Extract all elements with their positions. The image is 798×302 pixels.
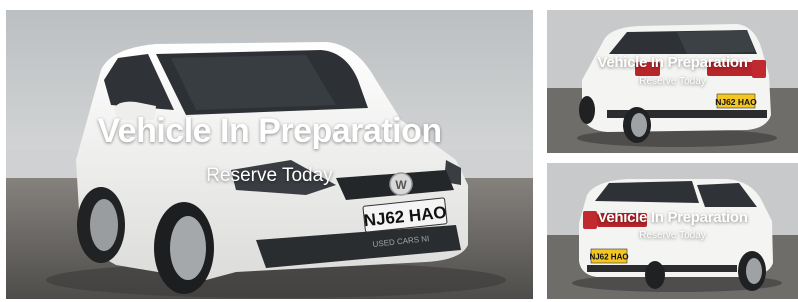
main-vehicle-photo[interactable]: W NJ62 HAO USED CARS NI Vehicle In Prepa… bbox=[6, 10, 533, 299]
svg-text:W: W bbox=[395, 178, 407, 192]
license-plate: NJ62 HAO bbox=[589, 253, 628, 262]
car-rear-side-image: NJ62 HAO bbox=[547, 163, 798, 299]
car-front-image: W NJ62 HAO USED CARS NI bbox=[6, 10, 533, 299]
vehicle-thumbnail-rear-side[interactable]: NJ62 HAO Vehicle In Preparation Reserve … bbox=[547, 163, 798, 299]
license-plate: NJ62 HAO bbox=[715, 97, 757, 107]
car-rear-image: NJ62 HAO USED CARS NI bbox=[547, 10, 798, 153]
vehicle-thumbnail-rear[interactable]: NJ62 HAO USED CARS NI Vehicle In Prepara… bbox=[547, 10, 798, 153]
